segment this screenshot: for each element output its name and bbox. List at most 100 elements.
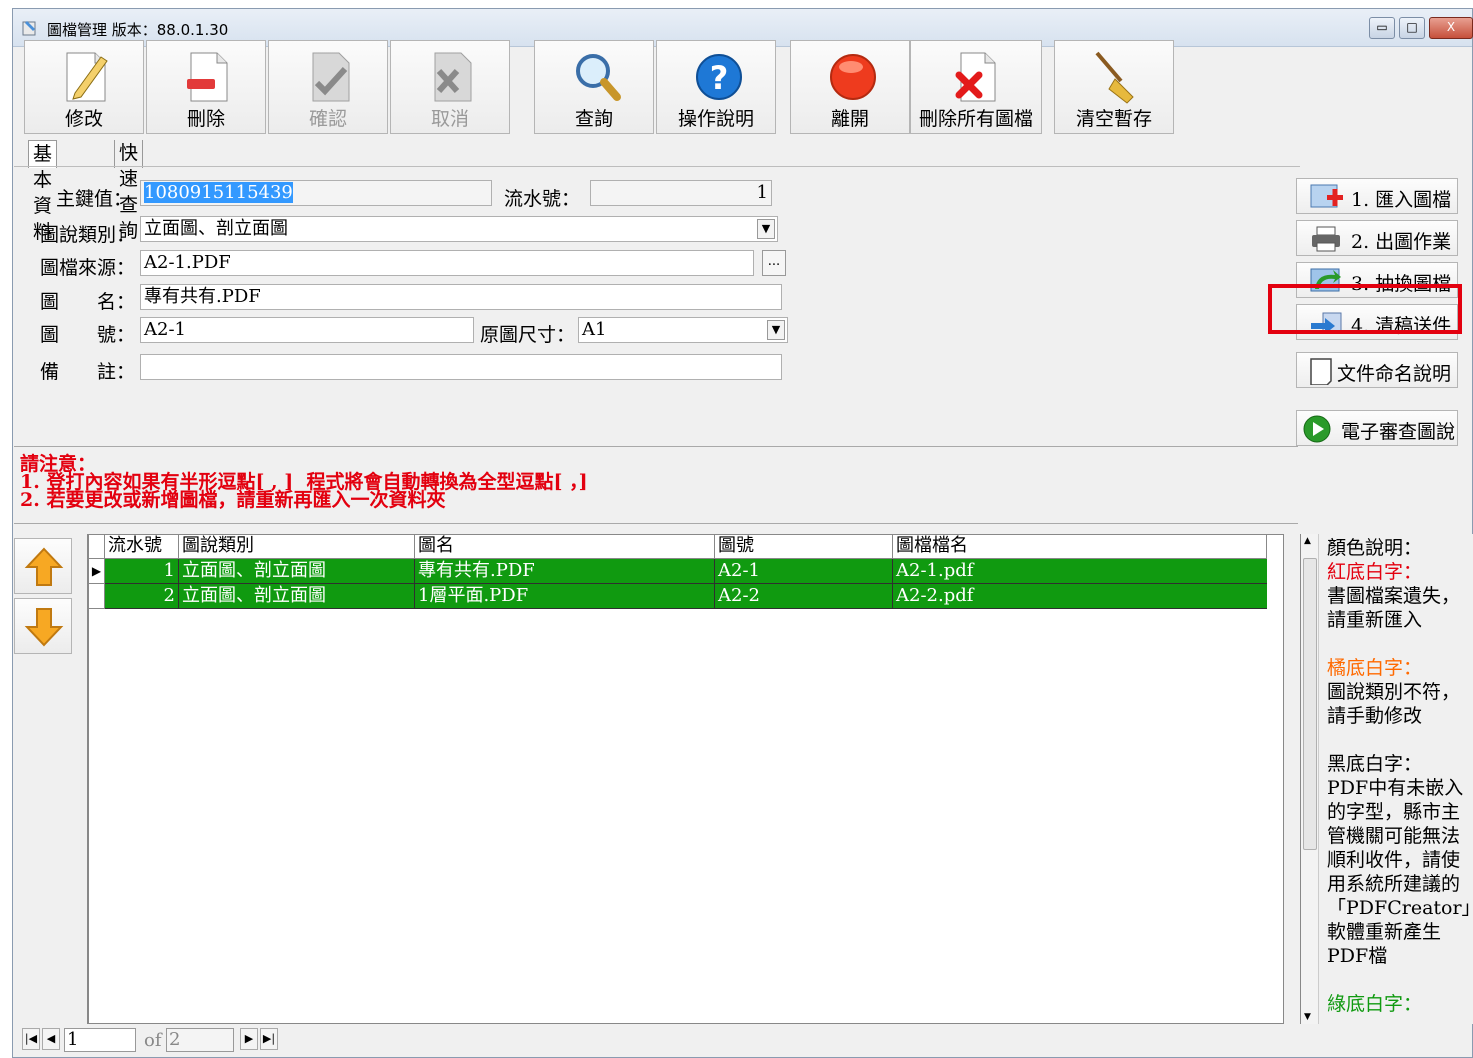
cell-file: A2-2.pdf bbox=[896, 585, 974, 606]
delete-all-button-label: 刪除所有圖檔 bbox=[918, 108, 1033, 130]
highlight-box bbox=[1268, 284, 1462, 334]
form-pane bbox=[14, 166, 1300, 456]
exit-button[interactable]: 離開 bbox=[790, 40, 910, 134]
arrow-down-icon bbox=[24, 608, 64, 647]
move-up-button[interactable] bbox=[14, 538, 72, 594]
key-value: 1080915115439 bbox=[144, 182, 293, 203]
column-header-serial[interactable]: 流水號 bbox=[105, 535, 179, 559]
confirm-button[interactable]: 確認 bbox=[268, 40, 388, 134]
exit-icon bbox=[830, 54, 876, 100]
key-field[interactable]: 1080915115439 bbox=[140, 180, 492, 206]
row-indicator bbox=[89, 584, 105, 609]
number-field[interactable]: A2-1 bbox=[140, 317, 474, 343]
serial-label: 流水號： bbox=[504, 188, 581, 210]
size-select[interactable]: A1 ▼ bbox=[578, 317, 788, 343]
first-page-button[interactable]: |◀ bbox=[22, 1028, 40, 1050]
close-button[interactable]: X bbox=[1429, 17, 1473, 39]
name-field[interactable]: 專有共有.PDF bbox=[140, 284, 782, 310]
legend-green-title: 綠底白字： bbox=[1327, 993, 1423, 1015]
scroll-thumb[interactable] bbox=[1303, 558, 1317, 850]
chevron-down-icon[interactable]: ▼ bbox=[767, 320, 785, 340]
next-page-button[interactable]: ▶ bbox=[240, 1028, 258, 1050]
legend-text: 顏色說明： 紅底白字： 書圖檔案遺失， 請重新匯入 橘底白字： 圖說類別不符， … bbox=[1327, 536, 1473, 1016]
remark-field[interactable] bbox=[140, 354, 782, 380]
help-button[interactable]: ? 操作說明 bbox=[656, 40, 776, 134]
document-icon bbox=[1310, 358, 1332, 385]
edit-icon bbox=[66, 52, 108, 102]
page-number-input[interactable]: 1 bbox=[64, 1028, 136, 1052]
delete-all-button[interactable]: 刪除所有圖檔 bbox=[910, 40, 1042, 134]
source-label: 圖檔來源： bbox=[40, 257, 136, 279]
page-total: 2 bbox=[166, 1028, 234, 1052]
confirm-icon bbox=[312, 52, 350, 102]
print-job-button[interactable]: 2. 出圖作業 bbox=[1296, 220, 1458, 256]
current-row-indicator: ▶ bbox=[89, 559, 105, 584]
size-value: A1 bbox=[582, 319, 607, 340]
clear-cache-button[interactable]: 清空暫存 bbox=[1054, 40, 1174, 134]
table-row[interactable]: 2 立面圖、剖立面圖 1層平面.PDF A2-2 A2-2.pdf bbox=[105, 584, 1267, 609]
cancel-icon bbox=[434, 52, 472, 102]
scroll-down-icon[interactable]: ▼ bbox=[1304, 1012, 1311, 1022]
source-field[interactable]: A2-1.PDF bbox=[140, 250, 754, 276]
legend-black-desc-line: 的字型，縣市主 bbox=[1327, 801, 1461, 823]
category-value: 立面圖、剖立面圖 bbox=[144, 218, 288, 239]
serial-field[interactable]: 1 bbox=[590, 180, 772, 206]
scroll-up-icon[interactable]: ▲ bbox=[1304, 536, 1311, 546]
cell-serial: 2 bbox=[105, 584, 179, 609]
cell-file: A2-1.pdf bbox=[896, 560, 974, 581]
import-image-icon bbox=[1310, 184, 1343, 208]
color-legend-panel: ▲ ▼ 顏色說明： 紅底白字： 書圖檔案遺失， 請重新匯入 橘底白字： 圖說類別… bbox=[1300, 534, 1473, 1024]
delete-all-icon bbox=[955, 52, 996, 102]
column-header-file[interactable]: 圖檔檔名 bbox=[893, 535, 1267, 559]
data-grid: 流水號 圖說類別 圖名 圖號 圖檔檔名 ▶ 1 立面圖、剖立面圖 專有共有.PD… bbox=[88, 534, 1284, 1024]
chevron-down-icon[interactable]: ▼ bbox=[757, 219, 775, 239]
legend-orange-title: 橘底白字： bbox=[1327, 657, 1423, 679]
delete-doc-icon bbox=[187, 52, 228, 102]
last-page-button[interactable]: ▶| bbox=[260, 1028, 278, 1050]
category-select[interactable]: 立面圖、剖立面圖 ▼ bbox=[140, 216, 778, 242]
arrow-up-icon bbox=[24, 547, 64, 586]
page-of-label: of bbox=[144, 1030, 162, 1051]
legend-black-desc-line: 軟體重新產生 bbox=[1327, 921, 1442, 943]
column-header-number[interactable]: 圖號 bbox=[715, 535, 893, 559]
legend-black-desc-line: 用系統所建議的 bbox=[1327, 873, 1461, 895]
legend-black-desc-line: 「PDFCreator」 bbox=[1327, 897, 1473, 919]
cell-name: 1層平面.PDF bbox=[415, 584, 715, 609]
move-down-button[interactable] bbox=[14, 598, 72, 654]
cell-number: A2-1 bbox=[715, 559, 893, 584]
category-label: 圖說類別： bbox=[40, 224, 136, 246]
cell-serial: 1 bbox=[105, 559, 179, 584]
edit-button-label: 修改 bbox=[64, 108, 103, 130]
column-header-name[interactable]: 圖名 bbox=[415, 535, 715, 559]
column-header-category[interactable]: 圖說類別 bbox=[179, 535, 415, 559]
svg-text:?: ? bbox=[710, 59, 729, 97]
table-row[interactable]: 1 立面圖、剖立面圖 專有共有.PDF A2-1 A2-1.pdf bbox=[105, 559, 1267, 584]
minimize-button[interactable]: ▭ bbox=[1369, 17, 1395, 39]
maximize-button[interactable]: □ bbox=[1399, 17, 1425, 39]
search-icon bbox=[576, 54, 621, 101]
cancel-button-label: 取消 bbox=[430, 108, 469, 130]
number-label: 圖 號： bbox=[40, 324, 136, 346]
edit-button[interactable]: 修改 bbox=[24, 40, 144, 134]
cell-name: 專有共有.PDF bbox=[415, 559, 715, 584]
tab-basic-data[interactable]: 基本資料 bbox=[28, 140, 58, 243]
legend-black-title: 黑底白字： bbox=[1327, 753, 1423, 775]
legend-scrollbar[interactable]: ▲ ▼ bbox=[1301, 534, 1319, 1024]
notice-line-2: 2. 若要更改或新增圖檔，請重新再匯入一次資料夾 bbox=[20, 489, 446, 511]
toolbar: 修改 刪除 確認 取消 查詢 ? 操作說明 離開 刪除所有圖檔 清空暫存 bbox=[12, 40, 1174, 136]
delete-button-label: 刪除 bbox=[186, 108, 225, 130]
file-naming-button[interactable]: 文件命名說明 bbox=[1296, 352, 1458, 388]
clear-cache-button-label: 清空暫存 bbox=[1075, 108, 1152, 130]
prev-page-button[interactable]: ◀ bbox=[42, 1028, 60, 1050]
search-button[interactable]: 查詢 bbox=[534, 40, 654, 134]
browse-button[interactable]: ... bbox=[762, 250, 786, 276]
e-review-button[interactable]: 電子審查圖說 bbox=[1296, 410, 1458, 446]
cancel-button[interactable]: 取消 bbox=[390, 40, 510, 134]
row-nav-column bbox=[14, 534, 88, 1024]
name-label: 圖 名： bbox=[40, 291, 136, 313]
exit-button-label: 離開 bbox=[830, 108, 869, 130]
tab-quick-search[interactable]: 快速查詢 bbox=[114, 140, 144, 242]
import-image-button[interactable]: 1. 匯入圖檔 bbox=[1296, 178, 1458, 214]
delete-button[interactable]: 刪除 bbox=[146, 40, 266, 134]
remark-label: 備 註： bbox=[40, 361, 136, 383]
